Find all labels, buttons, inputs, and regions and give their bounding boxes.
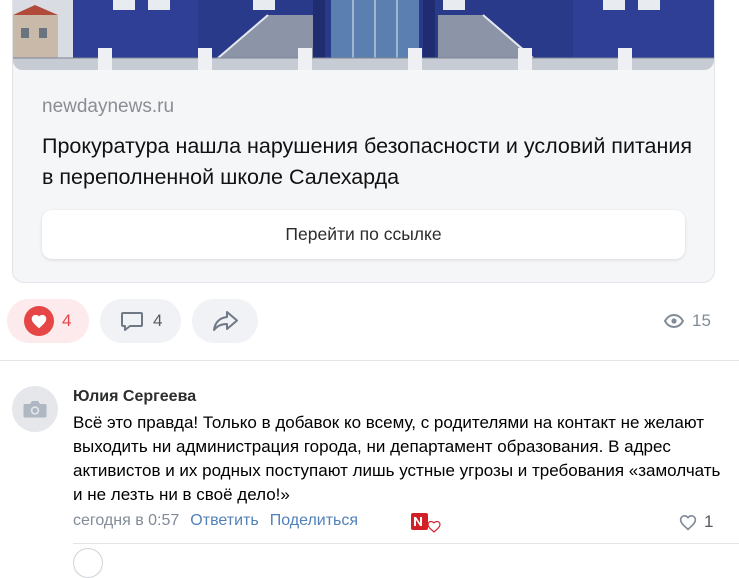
reaction-badge-icon[interactable] <box>411 513 441 533</box>
heart-outline-icon <box>678 513 698 531</box>
views-count: 15 <box>692 311 711 330</box>
camera-icon <box>22 399 48 419</box>
share-button[interactable] <box>192 299 258 343</box>
comment-bubble-icon <box>119 308 145 334</box>
comment-divider <box>73 543 739 544</box>
section-divider <box>0 360 739 361</box>
reply-link[interactable]: Ответить <box>190 512 258 530</box>
commenter-avatar[interactable] <box>12 386 58 432</box>
comment-like-button[interactable]: 1 <box>678 512 713 532</box>
comment-author[interactable]: Юлия Сергеева <box>73 388 196 406</box>
open-link-button[interactable]: Перейти по ссылке <box>42 210 685 259</box>
like-count: 4 <box>62 311 72 330</box>
views-counter: 15 <box>664 311 711 331</box>
share-arrow-icon <box>211 309 239 333</box>
comment-timestamp[interactable]: сегодня в 0:57 <box>73 512 179 530</box>
comment-button[interactable]: 4 <box>100 299 181 343</box>
attachment-photo[interactable] <box>13 0 714 70</box>
link-headline[interactable]: Прокуратура нашла нарушения безопасности… <box>42 131 702 193</box>
link-domain: newdaynews.ru <box>42 96 175 117</box>
post-actions-bar: 4 4 15 <box>0 299 739 343</box>
next-comment-avatar[interactable] <box>73 548 103 578</box>
eye-icon <box>664 314 684 328</box>
share-link[interactable]: Поделиться <box>270 512 358 530</box>
heart-filled-icon <box>24 306 54 336</box>
comment-count: 4 <box>153 311 163 330</box>
comment-like-count: 1 <box>704 512 714 531</box>
like-button[interactable]: 4 <box>7 299 89 343</box>
link-attachment-card[interactable]: newdaynews.ru Прокуратура нашла нарушени… <box>12 0 715 283</box>
comment-meta: сегодня в 0:57 Ответить Поделиться <box>73 512 358 530</box>
building-photo-image <box>13 0 714 70</box>
comment-text: Всё это правда! Только в добавок ко всем… <box>73 413 721 504</box>
